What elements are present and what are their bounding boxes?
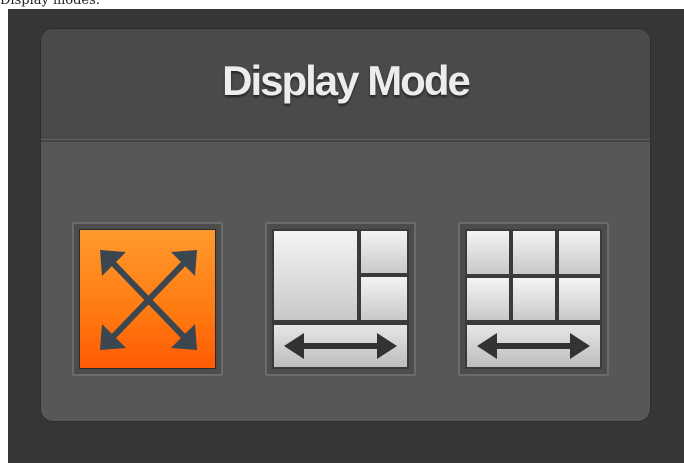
panel-title: Display Mode [222, 57, 471, 104]
display-mode-panel: Display Mode [41, 29, 650, 421]
grid-layout-mode-face [465, 229, 602, 369]
image-caption: Display modes. [0, 0, 100, 8]
fullscreen-arrows-icon [100, 250, 197, 350]
fullscreen-mode-face [79, 229, 216, 369]
fullscreen-mode-button[interactable] [72, 222, 223, 376]
panel-header: Display Mode [41, 29, 650, 142]
pip-layout-mode-button[interactable] [265, 222, 416, 376]
pip-layout-mode-face [272, 229, 409, 369]
display-mode-screen: Display Mode [8, 9, 684, 463]
large-plus-two-small-layout-icon [272, 229, 409, 369]
six-grid-layout-icon [465, 229, 602, 369]
grid-layout-mode-button[interactable] [458, 222, 609, 376]
